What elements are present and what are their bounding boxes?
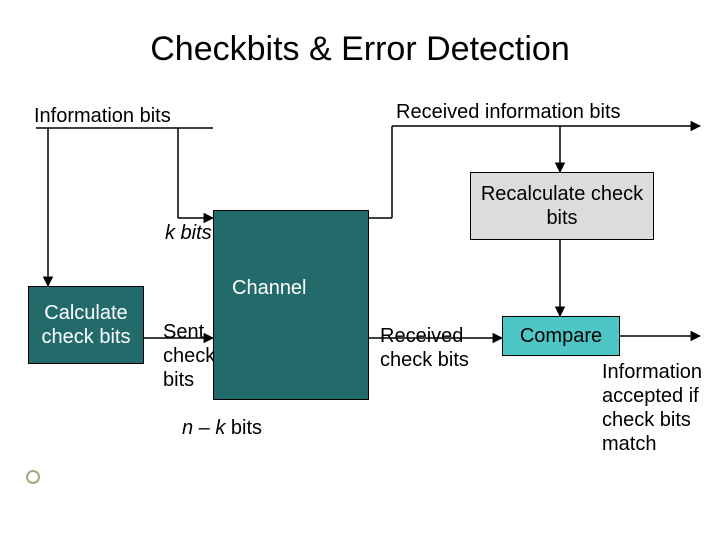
label-received-information-bits: Received information bits bbox=[396, 100, 621, 124]
label-info-accepted: Information accepted if check bits match bbox=[602, 360, 712, 456]
label-k-bits: k bits bbox=[165, 221, 212, 245]
page-title: Checkbits & Error Detection bbox=[0, 30, 720, 69]
box-recalculate-check-bits: Recalculate check bits bbox=[470, 172, 654, 240]
label-information-bits: Information bits bbox=[34, 104, 171, 128]
label-channel-overlay: Channel bbox=[232, 276, 307, 300]
diagram-stage: Checkbits & Error Detection Information … bbox=[0, 0, 720, 540]
box-channel bbox=[213, 210, 369, 400]
label-received-check-bits: Received check bits bbox=[380, 324, 480, 372]
box-compare: Compare bbox=[502, 316, 620, 356]
label-n-minus-k-bits: n – k bits bbox=[182, 416, 262, 440]
box-calculate-check-bits: Calculate check bits bbox=[28, 286, 144, 364]
bullet-decoration bbox=[26, 470, 40, 484]
